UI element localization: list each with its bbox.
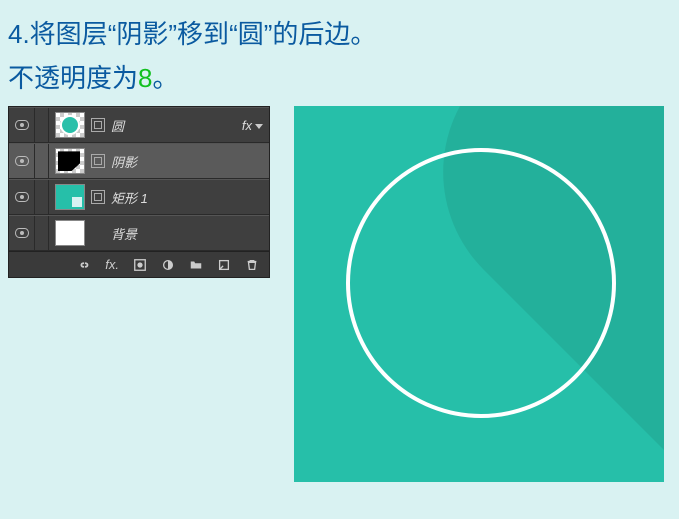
visibility-toggle[interactable] <box>9 180 35 214</box>
visibility-toggle[interactable] <box>9 144 35 178</box>
mask-icon[interactable] <box>133 258 147 272</box>
new-layer-icon[interactable] <box>217 258 231 272</box>
trash-icon[interactable] <box>245 258 259 272</box>
layer-row[interactable]: 背景 <box>9 215 269 251</box>
eye-icon <box>15 156 29 166</box>
preview-circle <box>346 148 616 418</box>
instruction-text: 4.将图层“阴影”移到“圆”的后边。 不透明度为8。 <box>0 0 679 100</box>
preview-canvas <box>294 106 664 482</box>
layer-thumbnail <box>55 148 85 174</box>
layer-name: 矩形 1 <box>111 188 269 207</box>
layer-row[interactable]: 矩形 1 <box>9 179 269 215</box>
visibility-toggle[interactable] <box>9 108 35 142</box>
layers-panel: 圆 fx 阴影 矩形 1 <box>8 106 270 278</box>
opacity-value: 8 <box>138 63 152 93</box>
fx-indicator[interactable]: fx <box>229 118 269 133</box>
layer-indent <box>35 108 49 142</box>
layers-panel-footer: fx. <box>9 251 269 277</box>
layer-thumbnail <box>55 184 85 210</box>
folder-icon[interactable] <box>189 258 203 272</box>
layer-indent <box>35 180 49 214</box>
layer-indent <box>35 144 49 178</box>
layer-thumbnail <box>55 112 85 138</box>
chevron-down-icon <box>255 124 263 129</box>
visibility-toggle[interactable] <box>9 216 35 250</box>
shape-badge-icon <box>91 190 105 204</box>
link-icon[interactable] <box>77 258 91 272</box>
layer-name: 背景 <box>111 224 269 243</box>
layer-indent <box>35 216 49 250</box>
shape-badge-icon <box>91 118 105 132</box>
layer-row[interactable]: 圆 fx <box>9 107 269 143</box>
layer-row[interactable]: 阴影 <box>9 143 269 179</box>
eye-icon <box>15 120 29 130</box>
eye-icon <box>15 192 29 202</box>
layer-thumbnail <box>55 220 85 246</box>
shape-badge-icon <box>91 154 105 168</box>
layer-name: 圆 <box>111 116 223 135</box>
fx-icon[interactable]: fx. <box>105 258 119 272</box>
layer-name: 阴影 <box>111 152 269 171</box>
eye-icon <box>15 228 29 238</box>
adjust-icon[interactable] <box>161 258 175 272</box>
